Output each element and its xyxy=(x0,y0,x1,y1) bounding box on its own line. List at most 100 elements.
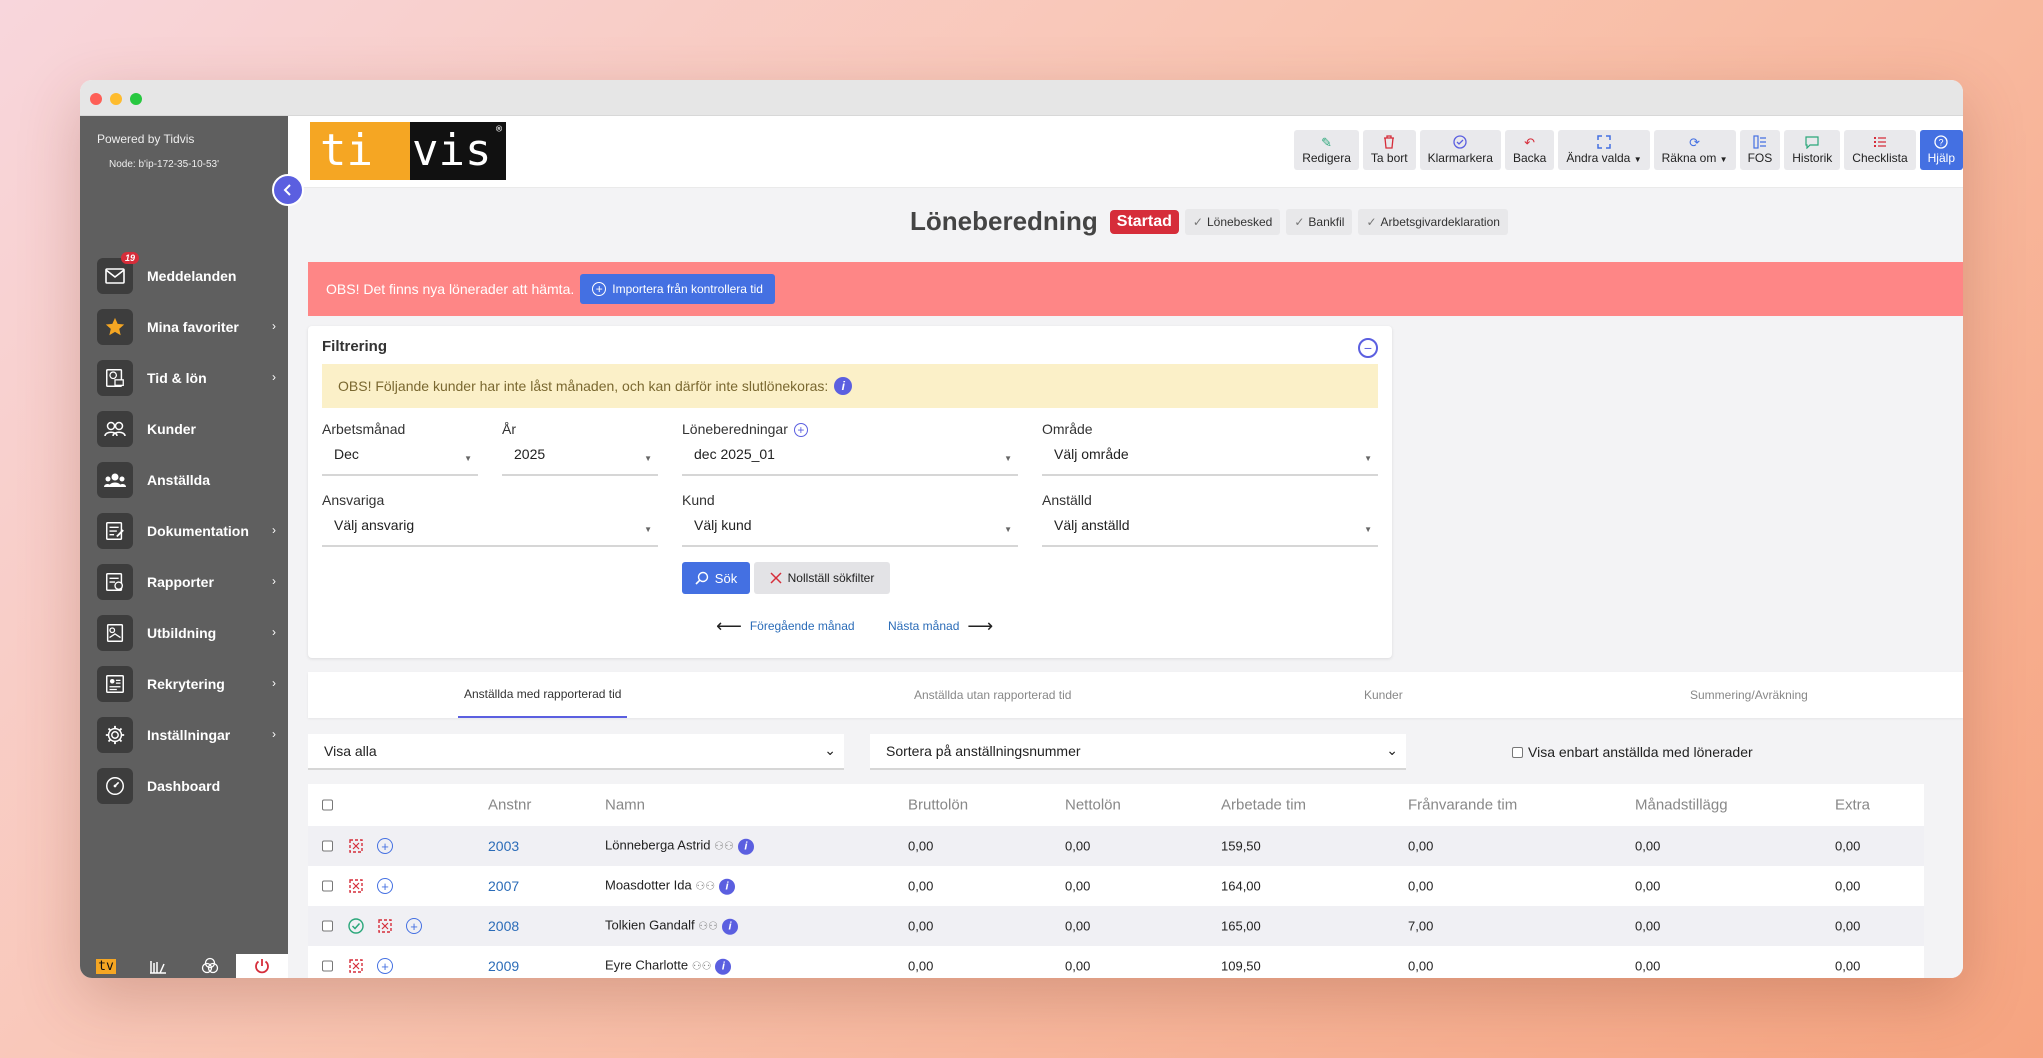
caret-down-icon: ▼ xyxy=(644,454,652,463)
responsible-select[interactable]: Välj ansvarig ▼ xyxy=(322,509,658,547)
approved-check-icon[interactable] xyxy=(348,918,364,934)
not-locked-icon[interactable] xyxy=(348,838,364,854)
venn-icon[interactable] xyxy=(184,954,236,978)
employee-number[interactable]: 2007 xyxy=(488,878,519,894)
sidebar-item-kunder[interactable]: Kunder xyxy=(80,403,288,454)
maximize-window-button[interactable] xyxy=(130,93,142,105)
revert-button[interactable]: ↶ Backa xyxy=(1504,130,1555,170)
show-filter-select[interactable]: Visa alla ⌄ xyxy=(308,734,844,770)
info-icon[interactable]: i xyxy=(737,838,754,855)
info-icon[interactable]: i xyxy=(719,878,736,895)
column-header-extra[interactable]: Extra xyxy=(1835,797,1870,814)
fos-button[interactable]: FOS xyxy=(1739,130,1781,170)
sort-select[interactable]: Sortera på anställningsnummer ⌄ xyxy=(870,734,1406,770)
tab-summary[interactable]: Summering/Avräkning xyxy=(1690,672,1808,718)
gauge-icon xyxy=(97,767,133,804)
library-icon[interactable] xyxy=(132,954,184,978)
users-icon[interactable]: ⚇⚇ xyxy=(698,921,718,933)
delete-button[interactable]: Ta bort xyxy=(1362,130,1416,170)
change-selected-button[interactable]: Ändra valda ▼ xyxy=(1558,130,1650,170)
table-row[interactable]: + 2008 Tolkien Gandalf ⚇⚇ i 0,00 0,00 165… xyxy=(308,906,1924,946)
table-row[interactable]: + 2007 Moasdotter Ida ⚇⚇ i 0,00 0,00 164,… xyxy=(308,866,1924,906)
power-icon[interactable] xyxy=(236,954,288,978)
customer-value: Välj kund xyxy=(694,517,752,533)
employee-number[interactable]: 2009 xyxy=(488,958,519,974)
employee-number[interactable]: 2003 xyxy=(488,838,519,854)
add-row-icon[interactable]: + xyxy=(377,878,393,894)
sidebar-item-dokumentation[interactable]: Dokumentation › xyxy=(80,505,288,556)
sidebar-item-rapporter[interactable]: Rapporter › xyxy=(80,556,288,607)
column-header-franvarande[interactable]: Frånvarande tim xyxy=(1408,797,1517,814)
column-header-namn[interactable]: Namn xyxy=(605,797,645,814)
add-row-icon[interactable]: + xyxy=(377,958,393,974)
sidebar-item-rekrytering[interactable]: Rekrytering › xyxy=(80,658,288,709)
bankfile-pill[interactable]: ✓ Bankfil xyxy=(1286,208,1353,235)
customer-label: Kund xyxy=(682,492,715,508)
column-header-manadstillagg[interactable]: Månadstillägg xyxy=(1635,797,1728,814)
edit-button[interactable]: ✎ Redigera xyxy=(1294,130,1359,170)
employee-number[interactable]: 2008 xyxy=(488,918,519,934)
window-titlebar xyxy=(80,80,1963,116)
collapse-filter-button[interactable]: − xyxy=(1358,338,1378,358)
info-icon[interactable]: i xyxy=(721,918,738,935)
column-header-bruttolon[interactable]: Bruttolön xyxy=(908,797,968,814)
work-month-select[interactable]: Dec ▼ xyxy=(322,438,478,476)
tab-customers[interactable]: Kunder xyxy=(1364,672,1403,718)
payroll-runs-select[interactable]: dec 2025_01 ▼ xyxy=(682,438,1018,476)
not-locked-icon[interactable] xyxy=(348,958,364,974)
info-icon[interactable]: i xyxy=(715,958,732,975)
employee-select[interactable]: Välj anställd ▼ xyxy=(1042,509,1378,547)
tab-employees-without-time[interactable]: Anställda utan rapporterad tid xyxy=(914,672,1071,718)
add-payroll-run-icon[interactable]: + xyxy=(793,423,808,438)
recalculate-button[interactable]: ⟳ Räkna om ▼ xyxy=(1653,130,1736,170)
area-select[interactable]: Välj område ▼ xyxy=(1042,438,1378,476)
gross-salary: 0,00 xyxy=(908,958,934,974)
employer-declaration-pill[interactable]: ✓ Arbetsgivardeklaration xyxy=(1358,208,1508,235)
checklist-button[interactable]: Checklista xyxy=(1844,130,1916,170)
payslip-pill[interactable]: ✓ Lönebesked xyxy=(1184,208,1281,235)
next-month-link[interactable]: Nästa månad ⟶ xyxy=(888,617,993,635)
mark-done-button[interactable]: Klarmarkera xyxy=(1419,130,1501,170)
collapse-sidebar-button[interactable] xyxy=(272,174,304,206)
tidvis-mini-logo[interactable]: tv xyxy=(80,954,132,978)
add-row-icon[interactable]: + xyxy=(377,838,393,854)
sidebar-item-tid-lon[interactable]: Tid & lön › xyxy=(80,352,288,403)
table-row[interactable]: + 2009 Eyre Charlotte ⚇⚇ i 0,00 0,00 109,… xyxy=(308,946,1924,978)
import-button[interactable]: + Importera från kontrollera tid xyxy=(580,274,775,304)
select-all-checkbox[interactable] xyxy=(322,799,333,811)
help-button[interactable]: ? Hjälp xyxy=(1919,130,1963,170)
not-locked-icon[interactable] xyxy=(348,878,364,894)
users-icon[interactable]: ⚇⚇ xyxy=(692,961,712,973)
row-checkbox[interactable] xyxy=(322,960,333,972)
sidebar-item-mina-favoriter[interactable]: Mina favoriter › xyxy=(80,301,288,352)
close-window-button[interactable] xyxy=(90,93,102,105)
minimize-window-button[interactable] xyxy=(110,93,122,105)
reset-filter-button[interactable]: Nollställ sökfilter xyxy=(754,562,890,594)
tab-employees-with-time[interactable]: Anställda med rapporterad tid xyxy=(458,672,628,718)
add-row-icon[interactable]: + xyxy=(406,918,422,934)
sidebar-item-dashboard[interactable]: Dashboard xyxy=(80,760,288,811)
employee-name-cell: Lönneberga Astrid ⚇⚇ i xyxy=(605,838,754,855)
search-button[interactable]: Sök xyxy=(682,562,750,594)
row-checkbox[interactable] xyxy=(322,920,333,932)
year-select[interactable]: 2025 ▼ xyxy=(502,438,658,476)
sidebar-item-meddelanden[interactable]: 19 Meddelanden xyxy=(80,250,288,301)
info-icon[interactable]: i xyxy=(834,377,853,395)
previous-month-link[interactable]: ⟵ Föregående månad xyxy=(716,617,855,635)
sidebar-item-installningar[interactable]: Inställningar › xyxy=(80,709,288,760)
not-locked-icon[interactable] xyxy=(377,918,393,934)
tidvis-logo[interactable]: ti vis ® xyxy=(310,122,506,180)
sidebar-item-utbildning[interactable]: Utbildning › xyxy=(80,607,288,658)
history-button[interactable]: Historik xyxy=(1784,130,1841,170)
row-checkbox[interactable] xyxy=(322,880,333,892)
table-row[interactable]: + 2003 Lönneberga Astrid ⚇⚇ i 0,00 0,00 1… xyxy=(308,826,1924,866)
sidebar-item-anstallda[interactable]: Anställda xyxy=(80,454,288,505)
users-icon[interactable]: ⚇⚇ xyxy=(714,841,734,853)
column-header-anstnr[interactable]: Anstnr xyxy=(488,797,531,814)
users-icon[interactable]: ⚇⚇ xyxy=(695,881,715,893)
customer-select[interactable]: Välj kund ▼ xyxy=(682,509,1018,547)
row-checkbox[interactable] xyxy=(322,840,333,852)
only-with-rows-checkbox[interactable] xyxy=(1512,746,1523,758)
column-header-arbetade[interactable]: Arbetade tim xyxy=(1221,797,1306,814)
column-header-nettolon[interactable]: Nettolön xyxy=(1065,797,1121,814)
